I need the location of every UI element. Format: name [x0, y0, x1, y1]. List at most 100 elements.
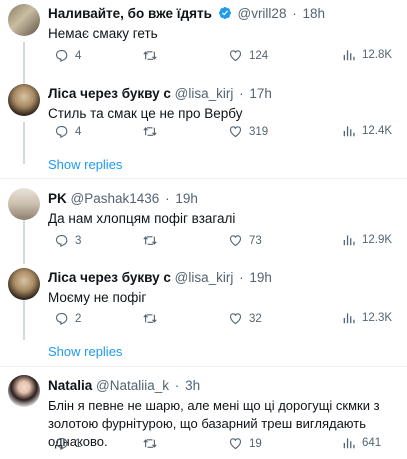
views-button[interactable]: 641: [342, 436, 381, 450]
tweet[interactable]: Ліса через букву с @lisa_kirj · 17h Стил…: [0, 80, 407, 150]
retweet-button[interactable]: [142, 436, 164, 451]
reply-button[interactable]: 1: [54, 436, 81, 451]
tweet-text: Немає смаку геть: [48, 26, 158, 41]
retweet-icon: [143, 51, 157, 60]
author-name[interactable]: Ліса через букву с: [48, 270, 171, 285]
divider: [0, 366, 407, 367]
author-handle[interactable]: @lisa_kirj: [175, 270, 234, 285]
tweet[interactable]: Ліса через букву с @lisa_kirj · 19h Моєм…: [0, 264, 407, 334]
views-count: 12.4K: [362, 125, 393, 137]
separator-dot: ·: [239, 270, 244, 285]
reply-icon: [55, 49, 68, 63]
avatar[interactable]: [8, 188, 40, 220]
views-icon: [343, 50, 355, 61]
tweet-header: PK @Pashak1436 · 19h: [48, 190, 401, 207]
reply-button[interactable]: 4: [54, 48, 81, 63]
reply-button[interactable]: 3: [54, 233, 81, 248]
timestamp[interactable]: 17h: [249, 86, 272, 101]
reply-icon: [55, 125, 68, 139]
retweet-button[interactable]: [142, 233, 164, 248]
retweet-icon: [143, 439, 157, 448]
like-count: 32: [249, 312, 262, 325]
tweet[interactable]: Наливайте, бо вже їдять @vrill28 · 18h Н…: [0, 0, 407, 76]
avatar[interactable]: [8, 268, 40, 300]
views-count: 12.3K: [362, 312, 393, 324]
tweet-header: Natalia @Nataliia_k · 3h: [48, 377, 401, 394]
like-button[interactable]: 32: [228, 311, 262, 326]
action-bar: 3 73 12.9K: [48, 233, 407, 251]
reply-count: 2: [75, 312, 82, 325]
views-button[interactable]: 12.4K: [342, 124, 392, 138]
views-button[interactable]: 12.9K: [342, 233, 392, 247]
tweet-text: Моєму не пофіг: [48, 290, 147, 305]
author-name[interactable]: Наливайте, бо вже їдять: [48, 6, 212, 21]
action-bar: 4 319 12.4K: [48, 124, 407, 142]
reply-count: 3: [75, 234, 82, 247]
like-button[interactable]: 124: [228, 48, 268, 63]
tweet-header: Ліса через букву с @lisa_kirj · 17h: [48, 85, 401, 102]
like-icon: [229, 313, 242, 325]
tweet[interactable]: PK @Pashak1436 · 19h Да нам хлопцям пофі…: [0, 184, 407, 254]
like-icon: [229, 438, 242, 450]
reply-icon: [55, 437, 68, 451]
retweet-button[interactable]: [142, 48, 164, 63]
timestamp[interactable]: 19h: [249, 270, 272, 285]
like-count: 19: [249, 437, 262, 450]
like-icon: [229, 126, 242, 138]
author-name[interactable]: Natalia: [48, 378, 92, 393]
views-button[interactable]: 12.8K: [342, 48, 392, 62]
like-icon: [229, 235, 242, 247]
retweet-icon: [143, 236, 157, 245]
avatar[interactable]: [8, 84, 40, 116]
author-handle[interactable]: @vrill28: [237, 6, 286, 21]
action-bar: 1 19 641: [48, 436, 407, 454]
views-count: 12.8K: [362, 49, 393, 61]
retweet-icon: [143, 314, 157, 323]
author-name[interactable]: Ліса через букву с: [48, 86, 171, 101]
tweet-text: Стиль та смак це не про Вербу: [48, 106, 243, 121]
views-icon: [343, 438, 355, 449]
views-count: 12.9K: [362, 234, 393, 246]
action-bar: 4 124 12.8K: [48, 48, 407, 66]
avatar[interactable]: [8, 375, 40, 407]
timestamp[interactable]: 3h: [185, 378, 200, 393]
author-handle[interactable]: @Pashak1436: [71, 191, 160, 206]
verified-icon: [218, 6, 232, 22]
like-count: 319: [249, 125, 269, 138]
author-name[interactable]: PK: [48, 191, 67, 206]
retweet-button[interactable]: [142, 124, 164, 139]
tweet-header: Наливайте, бо вже їдять @vrill28 · 18h: [48, 5, 401, 22]
reply-count: 4: [75, 49, 82, 62]
views-icon: [343, 313, 355, 324]
like-count: 73: [249, 234, 262, 247]
separator-dot: ·: [174, 378, 180, 393]
reply-button[interactable]: 4: [54, 124, 81, 139]
like-button[interactable]: 19: [228, 436, 262, 451]
retweet-icon: [143, 127, 157, 136]
reply-count: 1: [75, 437, 82, 450]
reply-count: 4: [75, 125, 82, 138]
show-replies-link[interactable]: Show replies: [48, 344, 122, 359]
like-count: 124: [249, 49, 269, 62]
avatar[interactable]: [8, 4, 40, 36]
author-handle[interactable]: @Nataliia_k: [96, 378, 169, 393]
like-icon: [229, 50, 242, 62]
views-button[interactable]: 12.3K: [342, 311, 392, 325]
retweet-button[interactable]: [142, 311, 164, 326]
author-handle[interactable]: @lisa_kirj: [175, 86, 234, 101]
separator-dot: ·: [239, 86, 244, 101]
views-icon: [343, 235, 355, 246]
like-button[interactable]: 73: [228, 233, 262, 248]
divider: [0, 178, 407, 179]
reply-icon: [55, 312, 68, 326]
action-bar: 2 32 12.3K: [48, 311, 407, 329]
timestamp[interactable]: 19h: [175, 191, 198, 206]
timestamp[interactable]: 18h: [302, 6, 325, 21]
tweet[interactable]: Natalia @Nataliia_k · 3h Блін я певне не…: [0, 372, 407, 459]
like-button[interactable]: 319: [228, 124, 268, 139]
tweet-header: Ліса через букву с @lisa_kirj · 19h: [48, 269, 401, 286]
views-count: 641: [362, 437, 382, 449]
separator-dot: ·: [292, 6, 297, 21]
reply-button[interactable]: 2: [54, 311, 81, 326]
show-replies-link[interactable]: Show replies: [48, 157, 122, 172]
